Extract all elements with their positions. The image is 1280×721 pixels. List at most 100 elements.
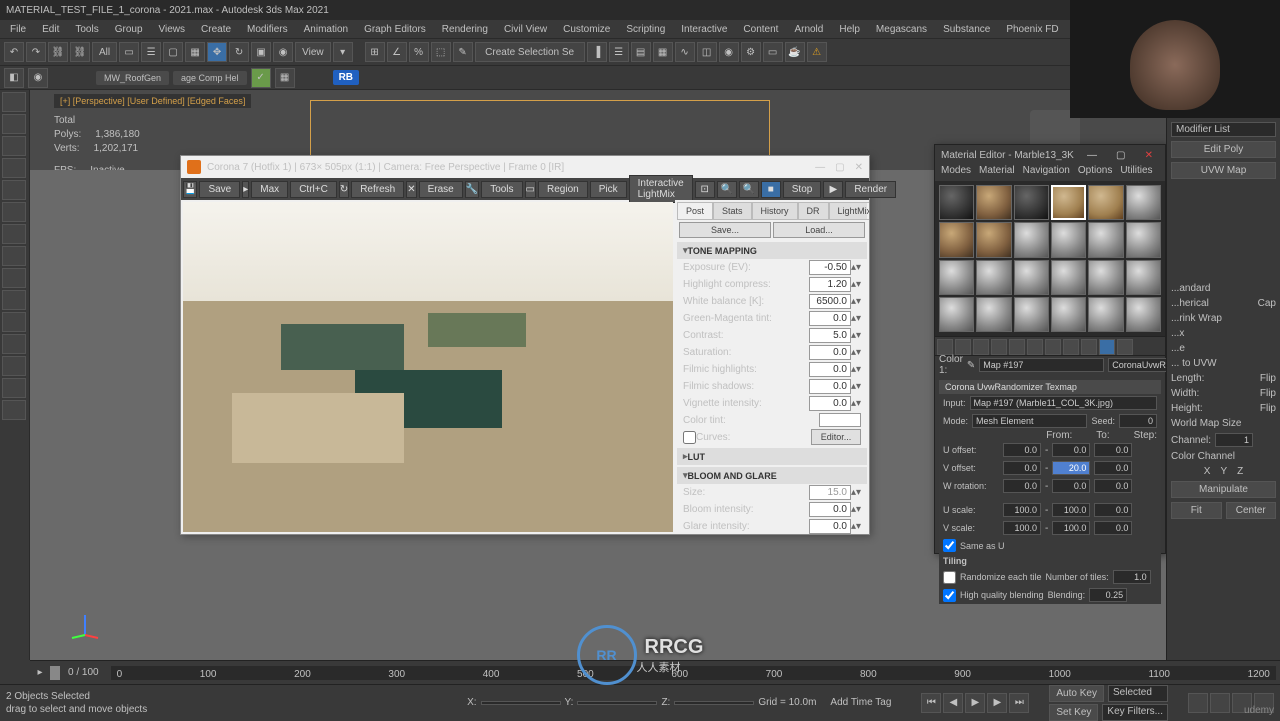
slot-14[interactable] [976, 260, 1011, 295]
menu-tools[interactable]: Tools [69, 22, 104, 37]
highlight-field[interactable]: 1.20 [809, 277, 851, 292]
uvwmap-btn[interactable]: UVW Map [1171, 162, 1276, 179]
med-tool-10[interactable] [1099, 339, 1115, 355]
keyfilters-dropdown[interactable]: Key Filters... [1102, 704, 1168, 721]
exposure-field[interactable]: -0.50 [809, 260, 851, 275]
uscale-from[interactable]: 100.0 [1003, 503, 1041, 517]
material-editor-button[interactable]: ◉ [719, 42, 739, 62]
unlink-button[interactable]: ⛓ [70, 42, 90, 62]
save-button[interactable]: Save [199, 181, 240, 198]
tab-dr[interactable]: DR [798, 202, 829, 220]
corona-titlebar[interactable]: Corona 7 (Hotfix 1) | 673× 505px (1:1) |… [181, 156, 869, 178]
rb-button[interactable]: RB [333, 70, 359, 85]
ltool-12[interactable] [2, 334, 26, 354]
fit-btn[interactable]: Fit [1171, 502, 1222, 519]
slot-7[interactable] [939, 222, 974, 257]
refresh-icon[interactable]: ↻ [339, 181, 349, 198]
warning-icon[interactable]: ⚠ [807, 42, 827, 62]
menu-rendering[interactable]: Rendering [436, 22, 494, 37]
select-name-button[interactable]: ☰ [141, 42, 161, 62]
snap-button[interactable]: ⊞ [365, 42, 385, 62]
render-setup-button[interactable]: ⚙ [741, 42, 761, 62]
comphel-pill[interactable]: age Comp Hel [173, 71, 247, 85]
render-play-icon[interactable]: ▶ [823, 181, 843, 198]
region-button[interactable]: Region [538, 181, 588, 198]
slot-22[interactable] [1051, 297, 1086, 332]
z-radio[interactable]: Z [1237, 466, 1243, 477]
render-preview[interactable] [183, 202, 673, 532]
editor-button[interactable]: Editor... [811, 429, 861, 445]
slot-21[interactable] [1014, 297, 1049, 332]
med-titlebar[interactable]: Material Editor - Marble13_3K — ▢ ✕ [935, 145, 1165, 165]
ltool-4[interactable] [2, 158, 26, 178]
selected-dropdown[interactable]: Selected [1108, 685, 1168, 702]
menu-edit[interactable]: Edit [36, 22, 65, 37]
save-settings-button[interactable]: Save... [679, 222, 771, 238]
slot-2[interactable] [976, 185, 1011, 220]
rotate-button[interactable]: ↻ [229, 42, 249, 62]
uvw-rollout[interactable]: Corona UvwRandomizer Texmap [939, 380, 1161, 394]
green-tool[interactable]: ✓ [251, 68, 271, 88]
uscale-step[interactable]: 0.0 [1094, 503, 1132, 517]
z-coord[interactable] [674, 701, 754, 705]
modifier-list[interactable]: Modifier List [1171, 122, 1276, 137]
saturation-field[interactable]: 0.0 [809, 345, 851, 360]
menu-views[interactable]: Views [153, 22, 192, 37]
slot-10[interactable] [1051, 222, 1086, 257]
wrot-to[interactable]: 0.0 [1052, 479, 1090, 493]
nav-1[interactable] [1188, 693, 1208, 713]
tools-icon[interactable]: 🔧 [465, 181, 479, 198]
ltool-2[interactable] [2, 114, 26, 134]
slot-5[interactable] [1088, 185, 1123, 220]
erase-icon[interactable]: ✕ [406, 181, 416, 198]
named-sel-set[interactable]: Create Selection Se [475, 42, 585, 62]
select-button[interactable]: ▭ [119, 42, 139, 62]
slot-8[interactable] [976, 222, 1011, 257]
next-frame-button[interactable]: ▶ [987, 693, 1007, 713]
pick-button[interactable]: Pick [590, 181, 627, 198]
stop-button[interactable]: Stop [783, 181, 822, 198]
menu-content[interactable]: Content [737, 22, 784, 37]
schematic-button[interactable]: ◫ [697, 42, 717, 62]
zoom-out-icon[interactable]: 🔍 [739, 181, 759, 198]
nav-2[interactable] [1210, 693, 1230, 713]
map-name-field[interactable] [979, 358, 1104, 372]
tab-lightmix[interactable]: LightMix [829, 202, 869, 220]
grid-tool[interactable]: ▦ [275, 68, 295, 88]
editpoly-btn[interactable]: Edit Poly [1171, 141, 1276, 158]
slot-13[interactable] [939, 260, 974, 295]
med-tool-5[interactable] [1009, 339, 1025, 355]
vignette-field[interactable]: 0.0 [809, 396, 851, 411]
menu-group[interactable]: Group [109, 22, 149, 37]
menu-substance[interactable]: Substance [937, 22, 996, 37]
med-menu-material[interactable]: Material [979, 165, 1015, 181]
add-time-tag[interactable]: Add Time Tag [830, 697, 891, 708]
menu-arnold[interactable]: Arnold [788, 22, 829, 37]
input-map-button[interactable]: Map #197 (Marble11_COL_3K.jpg) [970, 396, 1157, 410]
tab-history[interactable]: History [752, 202, 798, 220]
contrast-field[interactable]: 5.0 [809, 328, 851, 343]
menu-file[interactable]: File [4, 22, 32, 37]
refresh-button[interactable]: Refresh [351, 181, 404, 198]
erase-button[interactable]: Erase [419, 181, 463, 198]
undo-button[interactable]: ↶ [4, 42, 24, 62]
ltool-3[interactable] [2, 136, 26, 156]
slot-16[interactable] [1051, 260, 1086, 295]
ltool-6[interactable] [2, 202, 26, 222]
slot-20[interactable] [976, 297, 1011, 332]
med-tool-3[interactable] [973, 339, 989, 355]
uoffset-from[interactable]: 0.0 [1003, 443, 1041, 457]
save-icon[interactable]: 💾 [183, 181, 197, 198]
slot-17[interactable] [1088, 260, 1123, 295]
maximize-button[interactable]: ▢ [835, 162, 844, 173]
channel-field[interactable]: 1 [1215, 433, 1253, 447]
zoom-fit-icon[interactable]: ⊡ [695, 181, 715, 198]
goto-end-button[interactable]: ⏭ [1009, 693, 1029, 713]
tool-b[interactable]: ◉ [28, 68, 48, 88]
tool-a[interactable]: ◧ [4, 68, 24, 88]
med-menu-utilities[interactable]: Utilities [1120, 165, 1152, 181]
menu-grapheditors[interactable]: Graph Editors [358, 22, 432, 37]
greenmagenta-field[interactable]: 0.0 [809, 311, 851, 326]
med-menu-modes[interactable]: Modes [941, 165, 971, 181]
ltool-13[interactable] [2, 356, 26, 376]
